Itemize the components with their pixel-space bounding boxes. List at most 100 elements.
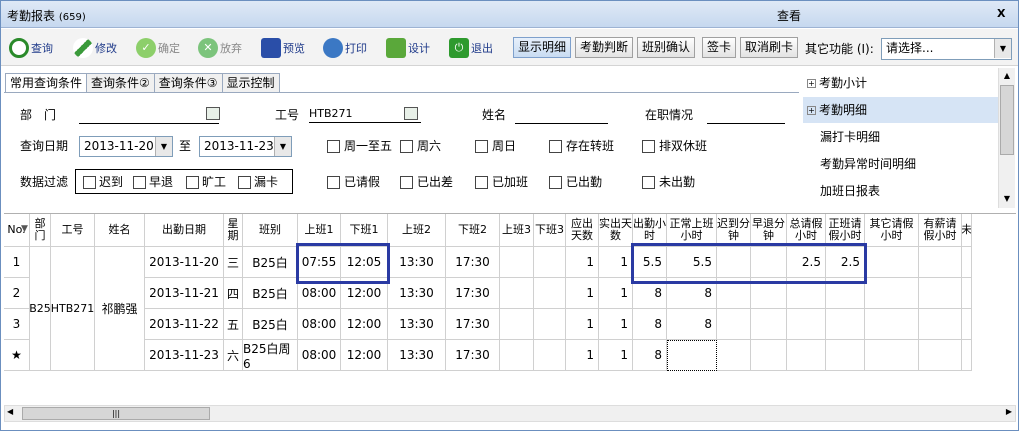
table-cell[interactable]: 12:00	[341, 340, 388, 371]
column-header[interactable]: 出勤日期	[145, 214, 224, 247]
table-cell[interactable]	[500, 340, 534, 371]
table-cell[interactable]	[962, 340, 972, 371]
edit-button[interactable]: 修改	[73, 36, 117, 60]
row-number[interactable]: ★	[4, 340, 30, 371]
column-header[interactable]: 部门	[30, 214, 51, 247]
print-button[interactable]: 打印	[323, 36, 367, 60]
table-cell[interactable]	[717, 340, 751, 371]
group-dept[interactable]: B25	[30, 247, 51, 371]
tab-conditions-3[interactable]: 查询条件③	[153, 73, 223, 93]
scroll-left-icon[interactable]: ◀	[7, 407, 13, 416]
tab-conditions-2[interactable]: 查询条件②	[86, 73, 155, 93]
table-cell[interactable]	[787, 309, 826, 340]
on-trip-checkbox[interactable]	[400, 176, 413, 189]
table-cell[interactable]: 17:30	[446, 340, 500, 371]
column-header[interactable]: 班别	[243, 214, 298, 247]
preview-button[interactable]: 预览	[261, 36, 305, 60]
table-cell[interactable]	[962, 278, 972, 309]
table-cell[interactable]: 17:30	[446, 309, 500, 340]
table-cell[interactable]: 13:30	[388, 278, 446, 309]
column-header[interactable]: 有薪请假小时	[919, 214, 962, 247]
row-number[interactable]: 2	[4, 278, 30, 309]
table-cell[interactable]	[500, 247, 534, 278]
close-button[interactable]: X	[997, 7, 1005, 20]
late-checkbox[interactable]	[83, 176, 96, 189]
table-cell[interactable]: 2013-11-21	[145, 278, 224, 309]
not-attended-checkbox[interactable]	[642, 176, 655, 189]
other-functions-select[interactable]: 请选择... ▼	[881, 38, 1012, 60]
exit-button[interactable]: ⏻ 退出	[449, 36, 493, 60]
table-cell[interactable]	[826, 340, 865, 371]
scroll-thumb[interactable]: |||	[22, 407, 210, 420]
row-number[interactable]: 3	[4, 309, 30, 340]
column-header[interactable]: 其它请假小时	[865, 214, 919, 247]
design-button[interactable]: 设计	[386, 36, 430, 60]
table-cell[interactable]: B25白	[243, 278, 298, 309]
table-cell[interactable]: 1	[599, 278, 633, 309]
scroll-up-icon[interactable]: ▲	[1000, 69, 1014, 83]
table-cell[interactable]: 1	[566, 309, 599, 340]
date-from-field[interactable]: 2013-11-20 ▼	[79, 136, 173, 157]
saturday-checkbox[interactable]	[400, 140, 413, 153]
table-cell[interactable]	[534, 309, 566, 340]
early-leave-checkbox[interactable]	[133, 176, 146, 189]
table-cell[interactable]: 1	[566, 278, 599, 309]
dept-picker-icon[interactable]	[206, 107, 220, 120]
table-cell[interactable]: 五	[224, 309, 243, 340]
table-cell[interactable]: 17:30	[446, 278, 500, 309]
table-cell[interactable]	[500, 278, 534, 309]
table-cell[interactable]	[826, 309, 865, 340]
absent-checkbox[interactable]	[186, 176, 199, 189]
missed-card-checkbox[interactable]	[238, 176, 251, 189]
table-cell[interactable]: 1	[599, 340, 633, 371]
date-to-field[interactable]: 2013-11-23 ▼	[199, 136, 292, 157]
tree-item-abnormal-time[interactable]: 考勤异常时间明细	[803, 151, 999, 177]
tree-item-detail[interactable]: + 考勤明细	[803, 97, 999, 123]
confirm-button[interactable]: ✓ 确定	[136, 36, 180, 60]
table-cell[interactable]	[865, 309, 919, 340]
table-cell[interactable]	[667, 340, 717, 371]
table-cell[interactable]: 08:00	[298, 340, 341, 371]
table-cell[interactable]: 1	[599, 309, 633, 340]
scroll-thumb[interactable]	[1000, 85, 1014, 155]
overtime-checkbox[interactable]	[475, 176, 488, 189]
column-header[interactable]: 下班2	[446, 214, 500, 247]
on-leave-checkbox[interactable]	[327, 176, 340, 189]
table-cell[interactable]	[865, 278, 919, 309]
table-cell[interactable]	[751, 309, 787, 340]
column-header[interactable]: 工号	[51, 214, 95, 247]
expand-icon[interactable]: +	[807, 79, 816, 88]
table-cell[interactable]: 四	[224, 278, 243, 309]
table-cell[interactable]	[865, 247, 919, 278]
table-cell[interactable]: B25白	[243, 247, 298, 278]
attended-checkbox[interactable]	[549, 176, 562, 189]
column-header[interactable]: 应出天数	[566, 214, 599, 247]
table-cell[interactable]: 1	[566, 247, 599, 278]
attendance-judge-button[interactable]: 考勤判断	[575, 37, 634, 58]
table-cell[interactable]	[534, 340, 566, 371]
status-field[interactable]	[707, 108, 785, 124]
table-cell[interactable]: 12:00	[341, 309, 388, 340]
table-cell[interactable]	[962, 309, 972, 340]
show-detail-button[interactable]: 显示明细	[513, 37, 572, 58]
column-header[interactable]: 上班2	[388, 214, 446, 247]
tree-item-summary[interactable]: + 考勤小计	[803, 70, 999, 96]
table-cell[interactable]	[919, 247, 962, 278]
table-cell[interactable]: 2013-11-20	[145, 247, 224, 278]
table-cell[interactable]: 13:30	[388, 247, 446, 278]
tree-item-overtime-daily[interactable]: 加班日报表	[803, 178, 999, 204]
table-cell[interactable]	[717, 309, 751, 340]
table-cell[interactable]	[534, 247, 566, 278]
scroll-right-icon[interactable]: ▶	[1006, 407, 1012, 416]
column-header[interactable]: 上班3	[500, 214, 534, 247]
shift-transfer-checkbox[interactable]	[549, 140, 562, 153]
table-cell[interactable]: 1	[599, 247, 633, 278]
shift-confirm-button[interactable]: 班别确认	[637, 37, 696, 58]
column-header[interactable]: 姓名	[95, 214, 145, 247]
discard-button[interactable]: ✕ 放弃	[198, 36, 242, 60]
sunday-checkbox[interactable]	[475, 140, 488, 153]
table-cell[interactable]: 8	[633, 340, 667, 371]
filter-icon[interactable]: ▼	[21, 224, 28, 234]
table-cell[interactable]	[919, 340, 962, 371]
table-cell[interactable]	[534, 278, 566, 309]
